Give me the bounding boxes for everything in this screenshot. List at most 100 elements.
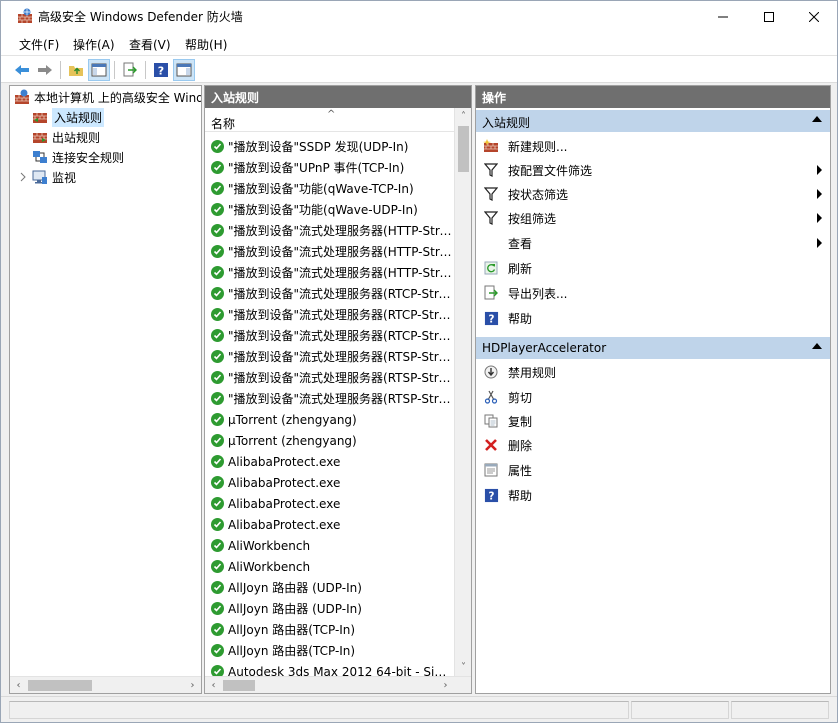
rule-enabled-check-icon — [211, 434, 224, 447]
rule-name: "播放到设备"流式处理服务器(RTSP-Streaming-In) — [228, 392, 455, 406]
rule-row[interactable]: "播放到设备"流式处理服务器(RTCP-Streaming-In) — [205, 325, 455, 346]
scroll-down-arrow-icon[interactable]: ˅ — [455, 659, 471, 676]
export-list-button[interactable] — [119, 59, 141, 81]
actions-section-selected-rule[interactable]: HDPlayerAccelerator — [476, 336, 830, 359]
action-refresh[interactable]: 刷新 — [476, 256, 830, 280]
list-horizontal-scrollbar[interactable]: ‹ › — [205, 676, 471, 693]
menu-file[interactable]: 文件(F) — [19, 36, 59, 53]
action-disable-rule[interactable]: 禁用规则 — [476, 360, 830, 384]
toolbar-separator — [145, 61, 146, 79]
action-export-list[interactable]: 导出列表... — [476, 281, 830, 305]
forward-button[interactable] — [34, 59, 56, 81]
rule-row[interactable]: "播放到设备"流式处理服务器(HTTP-Streaming-In) — [205, 241, 455, 262]
rule-row[interactable]: AlibabaProtect.exe — [205, 514, 455, 535]
rule-row[interactable]: "播放到设备"功能(qWave-UDP-In) — [205, 199, 455, 220]
rule-row[interactable]: AllJoyn 路由器 (UDP-In) — [205, 598, 455, 619]
scroll-right-arrow-icon[interactable]: › — [437, 677, 454, 693]
expand-chevron-icon[interactable] — [18, 172, 28, 182]
rule-name: "播放到设备"流式处理服务器(RTCP-Streaming-In) — [228, 329, 455, 343]
scissors-icon — [483, 389, 499, 405]
rule-name: AllJoyn 路由器(TCP-In) — [228, 623, 356, 637]
rule-row[interactable]: "播放到设备"UPnP 事件(TCP-In) — [205, 157, 455, 178]
show-hide-action-pane-button[interactable] — [173, 59, 195, 81]
menu-bar: 文件(F) 操作(A) 查看(V) 帮助(H) — [1, 32, 837, 55]
rule-row[interactable]: "播放到设备"SSDP 发现(UDP-In) — [205, 136, 455, 157]
rule-row[interactable]: µTorrent (zhengyang) — [205, 409, 455, 430]
action-filter-by-state[interactable]: 按状态筛选 — [476, 182, 830, 206]
tree-item-monitoring[interactable]: 监视 — [18, 167, 76, 187]
inbound-rules-icon — [33, 113, 47, 123]
rule-row[interactable]: "播放到设备"流式处理服务器(RTCP-Streaming-In) — [205, 283, 455, 304]
rule-row[interactable]: AlibabaProtect.exe — [205, 493, 455, 514]
tree-horizontal-scrollbar[interactable]: ‹ › — [10, 676, 201, 693]
rule-enabled-check-icon — [211, 140, 224, 153]
rule-enabled-check-icon — [211, 203, 224, 216]
rule-row[interactable]: AllJoyn 路由器(TCP-In) — [205, 619, 455, 640]
action-view[interactable]: 查看 — [476, 231, 830, 255]
copy-icon — [483, 413, 499, 429]
rule-row[interactable]: "播放到设备"流式处理服务器(RTSP-Streaming-In) — [205, 346, 455, 367]
rule-row[interactable]: AlibabaProtect.exe — [205, 451, 455, 472]
maximize-button[interactable] — [746, 1, 792, 32]
rule-enabled-check-icon — [211, 266, 224, 279]
action-help-rule[interactable]: ? 帮助 — [476, 483, 830, 507]
action-copy[interactable]: 复制 — [476, 409, 830, 433]
menu-view[interactable]: 查看(V) — [129, 36, 171, 53]
scroll-right-arrow-icon[interactable]: › — [184, 677, 201, 693]
rule-row[interactable]: AliWorkbench — [205, 556, 455, 577]
scroll-left-arrow-icon[interactable]: ‹ — [10, 677, 27, 693]
help-icon: ? — [483, 310, 499, 326]
rule-enabled-check-icon — [211, 560, 224, 573]
rule-row[interactable]: "播放到设备"流式处理服务器(HTTP-Streaming-In) — [205, 220, 455, 241]
show-hide-tree-button[interactable] — [88, 59, 110, 81]
rule-row[interactable]: "播放到设备"流式处理服务器(RTSP-Streaming-In) — [205, 367, 455, 388]
rule-row[interactable]: "播放到设备"流式处理服务器(RTCP-Streaming-In) — [205, 304, 455, 325]
scrollbar-thumb[interactable] — [458, 126, 469, 172]
rules-list: "播放到设备"SSDP 发现(UDP-In) "播放到设备"UPnP 事件(TCP… — [205, 136, 455, 682]
delete-icon — [483, 437, 499, 453]
section-title: 入站规则 — [482, 116, 531, 130]
action-label: 新建规则... — [508, 139, 568, 154]
back-button[interactable] — [11, 59, 33, 81]
up-level-button[interactable] — [65, 59, 87, 81]
rule-row[interactable]: µTorrent (zhengyang) — [205, 430, 455, 451]
action-help[interactable]: ? 帮助 — [476, 306, 830, 330]
tree-item-connection-security-rules[interactable]: 连接安全规则 — [32, 147, 124, 167]
refresh-icon — [483, 260, 499, 276]
tree-item-inbound-rules[interactable]: 入站规则 — [32, 107, 105, 127]
svg-text:?: ? — [488, 490, 494, 502]
column-header-name[interactable]: ^ 名称 — [205, 108, 455, 132]
scroll-up-arrow-icon[interactable]: ˄ — [455, 108, 471, 125]
rule-name: AllJoyn 路由器 (UDP-In) — [228, 581, 362, 595]
menu-help[interactable]: 帮助(H) — [185, 36, 227, 53]
menu-action[interactable]: 操作(A) — [73, 36, 115, 53]
rule-row[interactable]: "播放到设备"功能(qWave-TCP-In) — [205, 178, 455, 199]
action-delete[interactable]: 删除 — [476, 433, 830, 457]
tree-item-outbound-rules[interactable]: 出站规则 — [32, 127, 100, 147]
actions-section-inbound-rules[interactable]: 入站规则 — [476, 109, 830, 132]
scrollbar-thumb[interactable] — [28, 680, 92, 691]
action-label: 按状态筛选 — [508, 187, 569, 202]
scroll-left-arrow-icon[interactable]: ‹ — [205, 677, 222, 693]
action-properties[interactable]: 属性 — [476, 458, 830, 482]
rule-row[interactable]: "播放到设备"流式处理服务器(RTSP-Streaming-In) — [205, 388, 455, 409]
minimize-button[interactable] — [700, 1, 746, 32]
rule-name: AllJoyn 路由器 (UDP-In) — [228, 602, 362, 616]
action-filter-by-profile[interactable]: 按配置文件筛选 — [476, 158, 830, 182]
action-cut[interactable]: 剪切 — [476, 385, 830, 409]
rule-enabled-check-icon — [211, 518, 224, 531]
help-toolbar-button[interactable]: ? — [150, 59, 172, 81]
collapse-caret-icon[interactable] — [812, 343, 822, 349]
close-button[interactable] — [791, 1, 837, 32]
list-vertical-scrollbar[interactable]: ˄ ˅ — [454, 108, 471, 676]
rule-row[interactable]: AlibabaProtect.exe — [205, 472, 455, 493]
rule-row[interactable]: AllJoyn 路由器(TCP-In) — [205, 640, 455, 661]
rule-row[interactable]: AliWorkbench — [205, 535, 455, 556]
rule-row[interactable]: "播放到设备"流式处理服务器(HTTP-Streaming-In) — [205, 262, 455, 283]
scrollbar-thumb[interactable] — [223, 680, 255, 691]
collapse-caret-icon[interactable] — [812, 116, 822, 122]
action-new-rule[interactable]: 新建规则... — [476, 134, 830, 158]
action-filter-by-group[interactable]: 按组筛选 — [476, 206, 830, 230]
rule-row[interactable]: AllJoyn 路由器 (UDP-In) — [205, 577, 455, 598]
tree-root[interactable]: 本地计算机 上的高级安全 Windows Defender 防火墙 — [14, 87, 201, 107]
